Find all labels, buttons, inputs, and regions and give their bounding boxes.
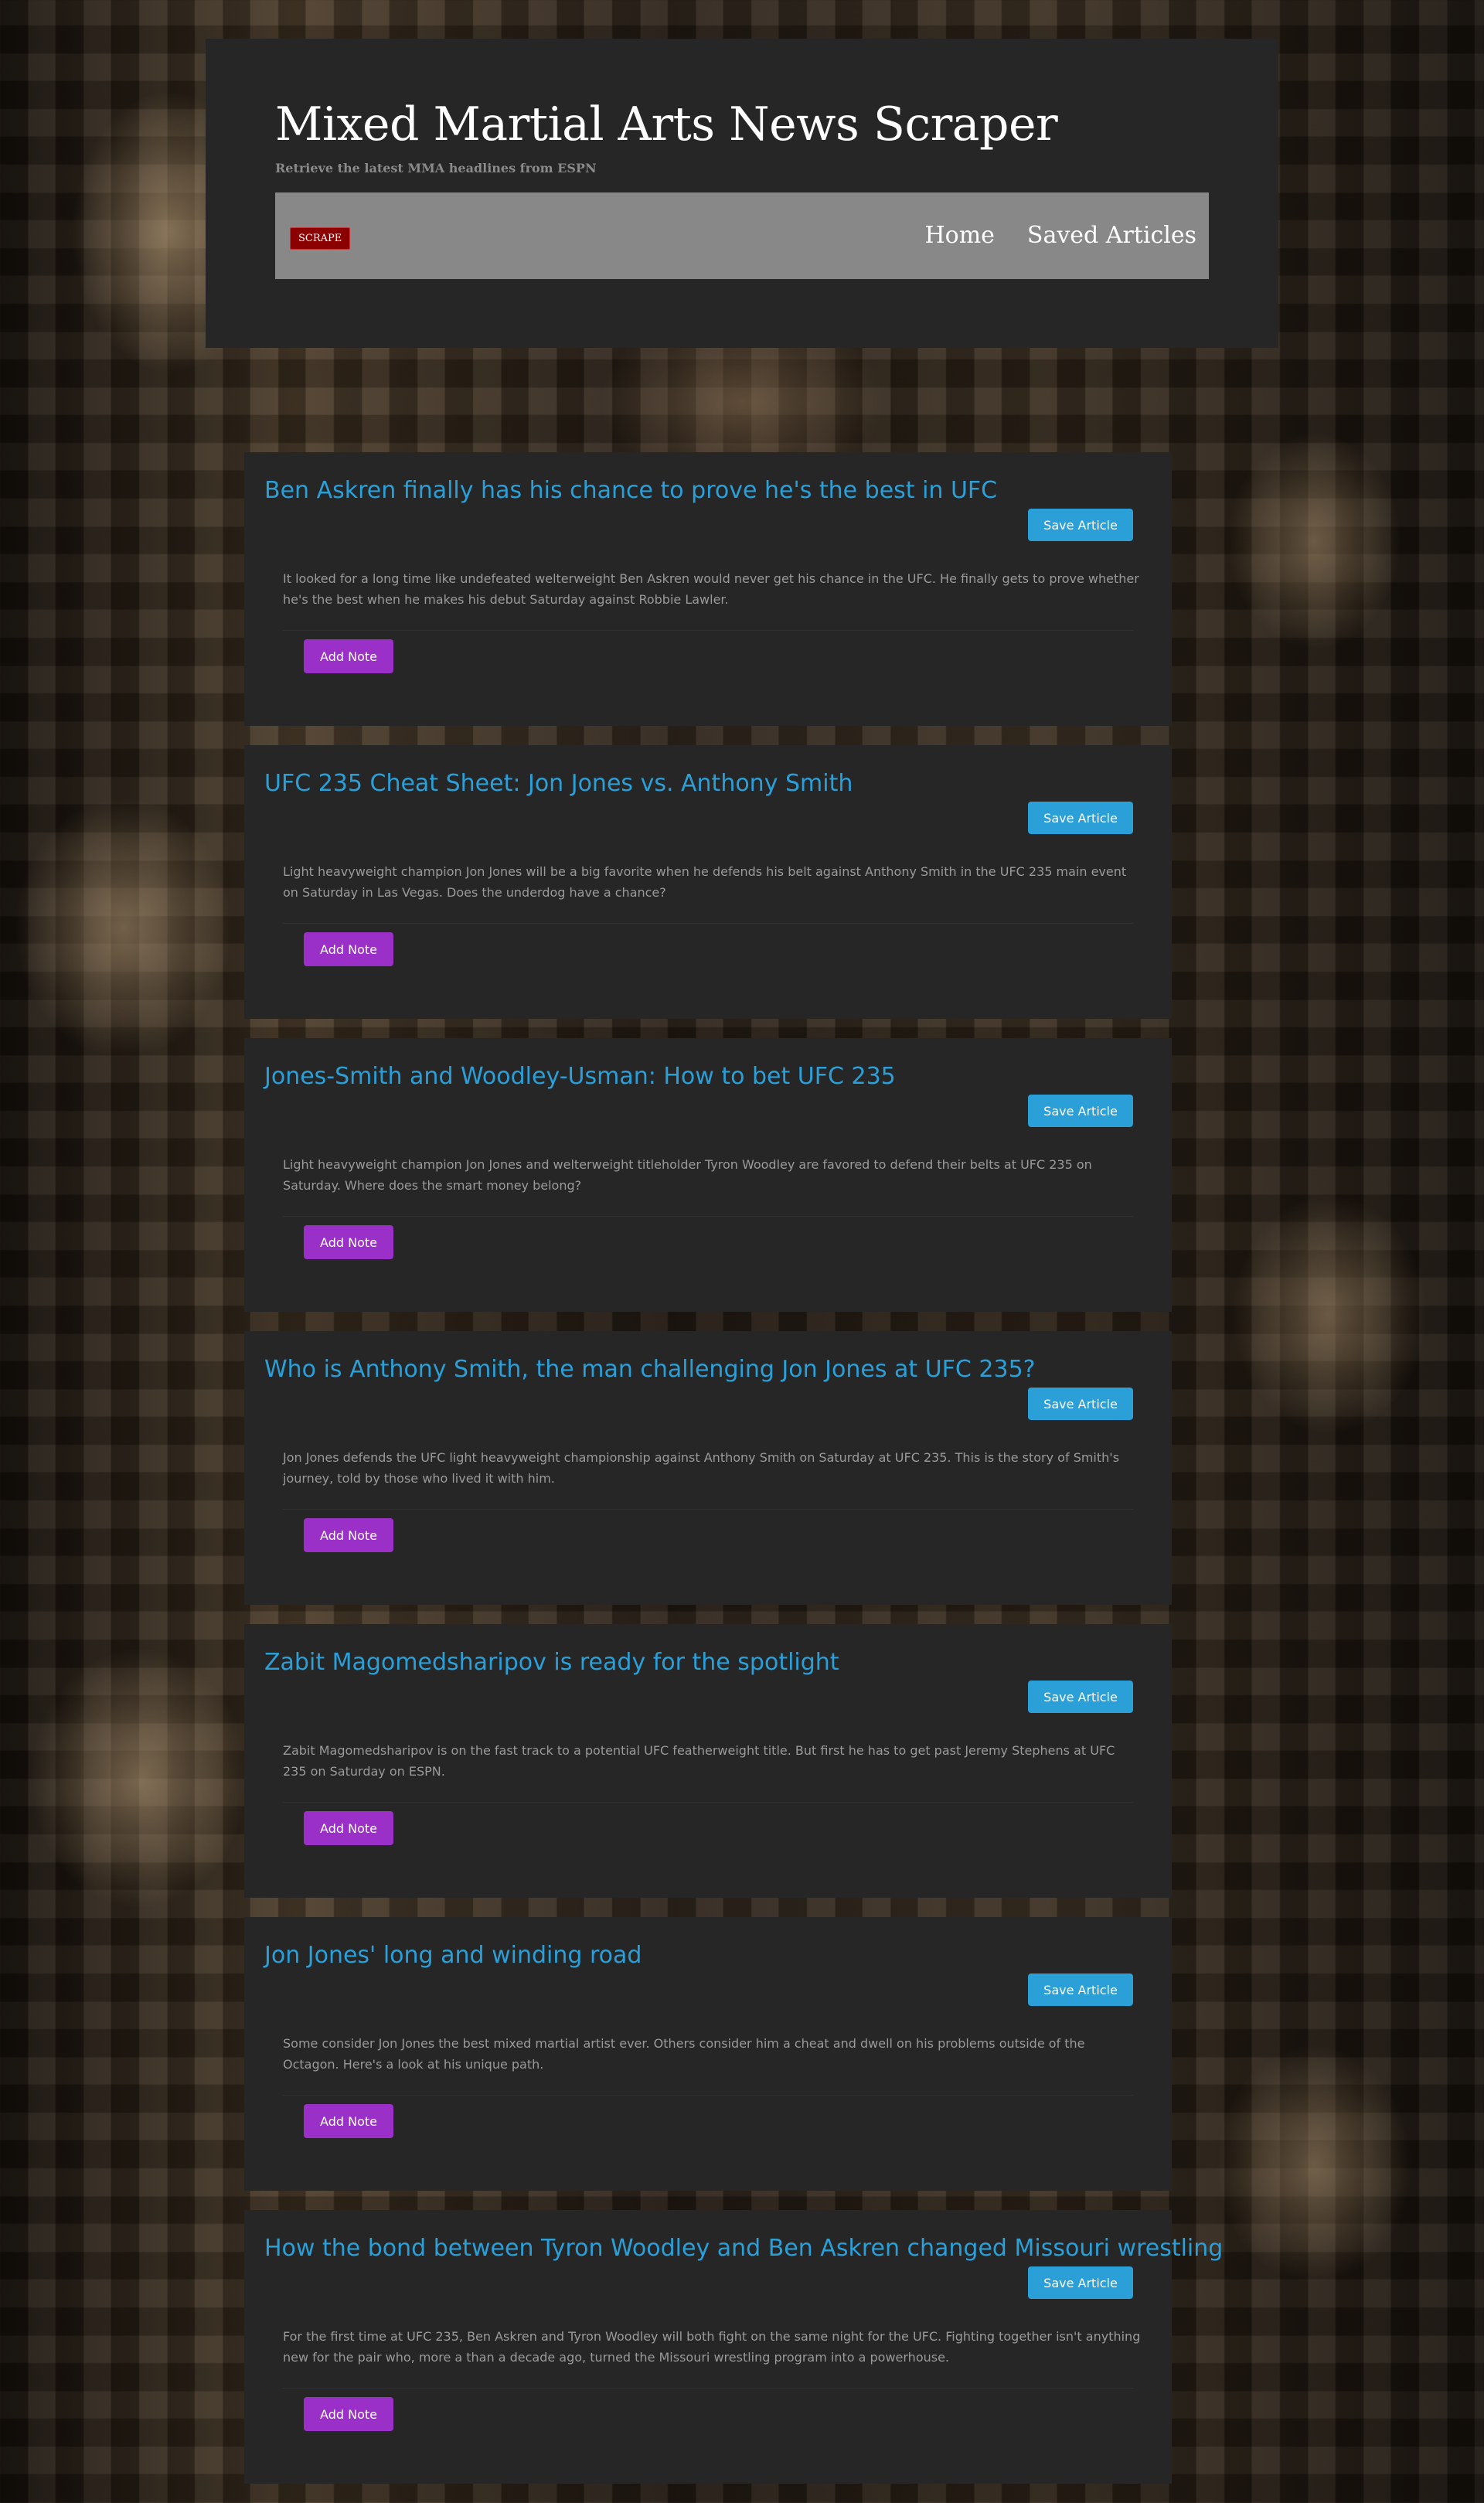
article-summary: Light heavyweight champion Jon Jones and… [283,1157,1092,1193]
header-jumbotron: Mixed Martial Arts News Scraper Retrieve… [206,39,1278,348]
divider [283,2388,1133,2389]
article-title-link[interactable]: Jon Jones' long and winding road [264,1942,642,1969]
divider [283,630,1133,631]
article-title-link[interactable]: Ben Askren finally has his chance to pro… [264,477,997,504]
article-title-link[interactable]: How the bond between Tyron Woodley and B… [264,2235,1223,2262]
divider [283,1216,1133,1217]
article-title-link[interactable]: Who is Anthony Smith, the man challengin… [264,1356,1036,1383]
add-note-button[interactable]: Add Note [304,639,393,673]
nav-link-home[interactable]: Home [924,222,994,249]
divider [283,1509,1133,1510]
add-note-button[interactable]: Add Note [304,1811,393,1845]
article-card: Jon Jones' long and winding road Save Ar… [244,1917,1172,2191]
article-card: How the bond between Tyron Woodley and B… [244,2210,1223,2484]
add-note-button[interactable]: Add Note [304,2104,393,2138]
save-article-button[interactable]: Save Article [1028,1388,1133,1420]
save-article-button[interactable]: Save Article [1028,1681,1133,1713]
article-summary: For the first time at UFC 235, Ben Askre… [283,2329,1141,2365]
navbar: SCRAPE Home Saved Articles [275,192,1209,279]
article-summary: Some consider Jon Jones the best mixed m… [283,2036,1085,2072]
article-card: Jones-Smith and Woodley-Usman: How to be… [244,1038,1172,1312]
save-article-button[interactable]: Save Article [1028,802,1133,834]
article-title-link[interactable]: Jones-Smith and Woodley-Usman: How to be… [264,1063,896,1090]
save-article-button[interactable]: Save Article [1028,1095,1133,1127]
article-card: Ben Askren finally has his chance to pro… [244,452,1172,726]
scrape-button[interactable]: SCRAPE [290,227,351,250]
nav-links: Home Saved Articles [924,222,1196,249]
add-note-button[interactable]: Add Note [304,1518,393,1552]
add-note-button[interactable]: Add Note [304,2397,393,2431]
article-list: Ben Askren finally has his chance to pro… [244,452,1223,2503]
divider [283,1802,1133,1803]
article-title-link[interactable]: Zabit Magomedsharipov is ready for the s… [264,1649,839,1676]
add-note-button[interactable]: Add Note [304,1225,393,1259]
save-article-button[interactable]: Save Article [1028,1973,1133,2006]
article-card: UFC 235 Cheat Sheet: Jon Jones vs. Antho… [244,745,1172,1019]
article-card: Who is Anthony Smith, the man challengin… [244,1331,1172,1605]
add-note-button[interactable]: Add Note [304,932,393,966]
nav-link-saved-articles[interactable]: Saved Articles [1027,222,1196,249]
divider [283,2095,1133,2096]
article-summary: Jon Jones defends the UFC light heavywei… [283,1450,1120,1486]
save-article-button[interactable]: Save Article [1028,2266,1133,2299]
article-summary: Light heavyweight champion Jon Jones wil… [283,864,1127,900]
save-article-button[interactable]: Save Article [1028,509,1133,541]
site-title: Mixed Martial Arts News Scraper [275,97,1058,152]
site-subtitle: Retrieve the latest MMA headlines from E… [275,161,597,175]
article-summary: It looked for a long time like undefeate… [283,571,1139,607]
divider [283,923,1133,924]
article-card: Zabit Magomedsharipov is ready for the s… [244,1624,1172,1898]
article-summary: Zabit Magomedsharipov is on the fast tra… [283,1743,1115,1779]
article-title-link[interactable]: UFC 235 Cheat Sheet: Jon Jones vs. Antho… [264,770,853,797]
